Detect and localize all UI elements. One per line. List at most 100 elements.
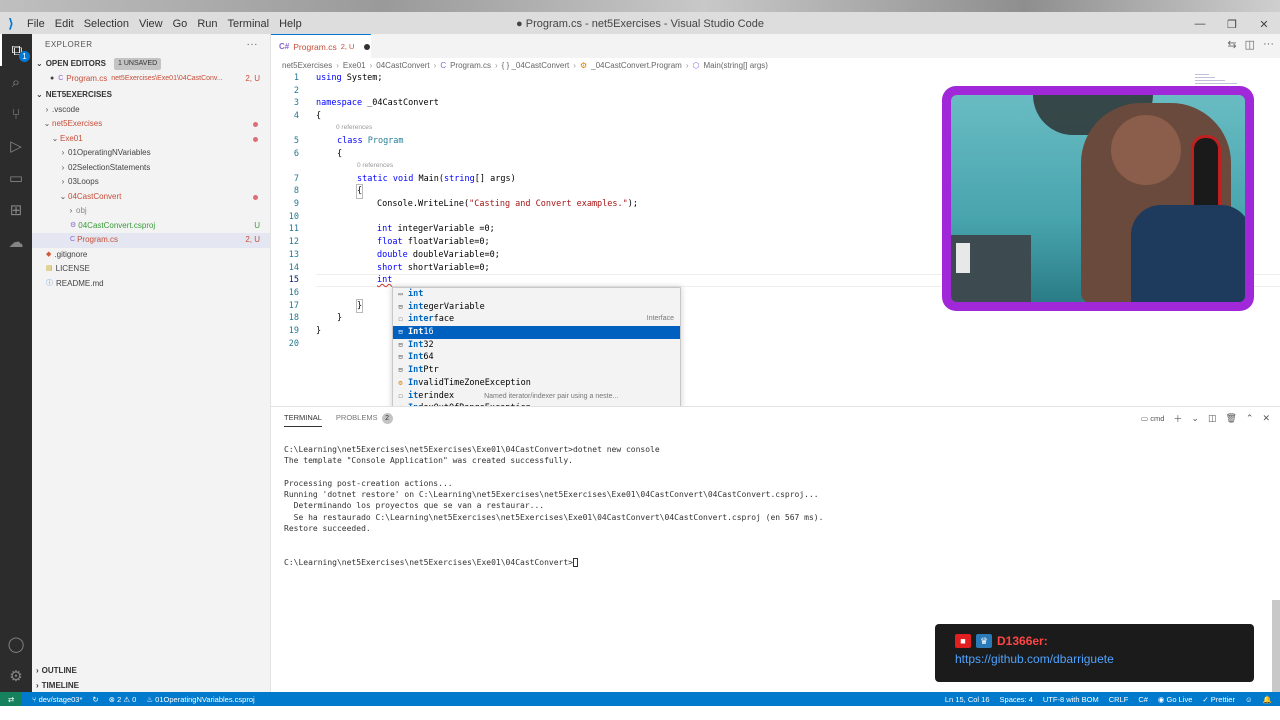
tab-problems[interactable]: PROBLEMS 2 [336,413,393,427]
explorer-icon[interactable]: ⧉ 1 [0,34,32,66]
source-control-icon[interactable]: ⑂ [0,98,32,130]
open-editor-program-cs[interactable]: ● C Program.cs net5Exercises\Exe01\04Cas… [32,72,270,87]
split-terminal-icon[interactable]: ◫ [1208,413,1217,424]
git-file-icon: ◆ [46,250,52,258]
follower-notification: ■ ♛ D1366er: https://github.com/dbarrigu… [935,624,1254,682]
tree-item-net5exercises[interactable]: ⌄ net5Exercises [32,117,270,132]
more-actions-icon[interactable]: ··· [1263,38,1274,51]
breadcrumb-item[interactable]: net5Exercises [282,61,332,70]
snippet-icon: ☐ [398,315,403,324]
breadcrumb-item[interactable]: 04CastConvert [376,61,429,70]
notifications-bell-icon[interactable]: 🔔 [1263,695,1272,704]
tree-item-01operatingnvariables[interactable]: › 01OperatingNVariables [32,146,270,161]
remote-indicator-icon[interactable]: ⇄ [0,692,22,706]
line-ending[interactable]: CRLF [1109,695,1129,704]
suggest-item[interactable]: ⚙ InvalidTimeZoneException [393,377,680,390]
tree-item-license[interactable]: ▤ LICENSE [32,262,270,277]
language-mode[interactable]: C# [1138,695,1148,704]
chevron-right-icon: › [61,148,65,157]
menu-file[interactable]: File [22,18,50,30]
project-selector[interactable]: ♨ 01OperatingNVariables.csproj [146,695,254,704]
codelens-references[interactable]: 0 references [336,124,372,131]
tree-item-readme[interactable]: ⓘ README.md [32,277,270,292]
remote-explorer-icon[interactable]: ▭ [0,162,32,194]
indentation[interactable]: Spaces: 4 [1000,695,1033,704]
struct-icon: ⊟ [398,353,403,362]
unsaved-dot-icon[interactable]: ● [50,72,54,87]
suggest-item[interactable]: ☐ iterindex Named iterator/indexer pair us… [393,390,680,403]
terminal-shell-selector[interactable]: ▭ cmd [1141,414,1164,423]
terminal-line: Running 'dotnet restore' on C:\Learning\… [284,490,819,500]
breadcrumb-item[interactable]: Main(string[] args) [704,61,768,70]
prettier-status[interactable]: ✓ Prettier [1202,695,1235,704]
breadcrumb-item[interactable]: { } _04CastConvert [502,61,570,70]
more-actions-icon[interactable]: ··· [247,34,259,56]
menu-selection[interactable]: Selection [79,18,134,30]
close-panel-icon[interactable]: ✕ [1262,413,1270,424]
problems-status[interactable]: ⊗ 2 ⚠ 0 [109,695,137,704]
menu-go[interactable]: Go [168,18,193,30]
restore-icon[interactable]: ❐ [1216,14,1248,34]
file-encoding[interactable]: UTF-8 with BOM [1043,695,1099,704]
trash-icon[interactable]: 🗑 [1225,413,1236,424]
suggest-item-selected[interactable]: ⊟ Int16 [393,326,680,339]
menu-terminal[interactable]: Terminal [223,18,275,30]
breadcrumb-item[interactable]: Exe01 [343,61,366,70]
suggest-item[interactable]: ⊟ Int64 [393,351,680,364]
tree-item-exe01[interactable]: ⌄ Exe01 [32,132,270,147]
codelens-references[interactable]: 0 references [357,162,393,169]
sync-icon[interactable]: ↻ [92,695,98,704]
minimize-icon[interactable]: — [1184,14,1216,34]
terminal-output[interactable]: C:\Learning\net5Exercises\net5Exercises\… [284,444,823,568]
git-branch[interactable]: ⑂ dev/stage03* [32,695,82,704]
tree-item-02selectionstatements[interactable]: › 02SelectionStatements [32,161,270,176]
tree-item-gitignore[interactable]: ◆ .gitignore [32,248,270,263]
suggest-item[interactable]: ⊟ IntPtr [393,364,680,377]
accounts-icon[interactable]: ◯ [0,628,32,660]
search-icon[interactable]: ⌕ [0,66,32,98]
cursor-position[interactable]: Ln 15, Col 16 [945,695,990,704]
run-debug-icon[interactable]: ▷ [0,130,32,162]
menu-help[interactable]: Help [274,18,307,30]
tree-item-03loops[interactable]: › 03Loops [32,175,270,190]
suggest-item[interactable]: ☐ interface Interface [393,313,680,326]
webcam-overlay [942,86,1254,311]
tree-item-vscode[interactable]: › .vscode [32,103,270,118]
suggest-item[interactable]: ⊟ integerVariable [393,301,680,314]
terminal-line: C:\Learning\net5Exercises\net5Exercises\… [284,445,660,454]
chevron-down-icon[interactable]: ⌄ [1191,413,1199,424]
panel-scrollbar[interactable] [1272,600,1280,692]
broadcast-icon: ◉ [1157,694,1165,704]
new-terminal-icon[interactable]: ＋ [1173,412,1182,425]
open-editors-section[interactable]: ⌄ OPEN EDITORS 1 UNSAVED [32,56,270,72]
feedback-icon[interactable]: ☺ [1245,695,1253,704]
open-changes-icon[interactable]: ⇆ [1227,38,1236,51]
panel-tabs: TERMINAL PROBLEMS 2 [284,413,393,427]
suggest-item[interactable]: ▭ int [393,288,680,301]
tree-item-04castconvert[interactable]: ⌄ 04CastConvert [32,190,270,205]
go-live-button[interactable]: ◉ Go Live [1158,695,1193,704]
outline-section[interactable]: › OUTLINE [32,663,271,679]
extensions-icon[interactable]: ⊞ [0,194,32,226]
tree-item-program-cs[interactable]: C Program.cs 2, U [32,233,270,248]
menu-view[interactable]: View [134,18,168,30]
docker-icon[interactable]: ☁ [0,226,32,258]
workspace-section[interactable]: ⌄ NET5EXERCISES [32,87,270,103]
unsaved-dot-icon[interactable] [364,43,371,50]
close-icon[interactable]: ✕ [1248,14,1280,34]
breadcrumb-item[interactable]: Program.cs [450,61,491,70]
tab-program-cs[interactable]: C# Program.cs 2, U [271,34,371,58]
breadcrumb-item[interactable]: _04CastConvert.Program [591,61,682,70]
tab-terminal[interactable]: TERMINAL [284,413,322,427]
suggest-item[interactable]: ⊟ Int32 [393,339,680,352]
menu-run[interactable]: Run [192,18,222,30]
menu-edit[interactable]: Edit [50,18,79,30]
tree-item-obj[interactable]: › obj [32,204,270,219]
split-editor-icon[interactable]: ◫ [1245,38,1255,51]
maximize-panel-icon[interactable]: ⌃ [1246,413,1254,424]
tree-item-csproj[interactable]: ⚙ 04CastConvert.csproj U [32,219,270,234]
terminal-prompt-line[interactable]: C:\Learning\net5Exercises\net5Exercises\… [284,557,823,568]
struct-icon: ⊟ [398,328,403,337]
settings-gear-icon[interactable]: ⚙ [0,660,32,692]
terminal-line: Determinando los proyectos que se van a … [284,501,545,511]
